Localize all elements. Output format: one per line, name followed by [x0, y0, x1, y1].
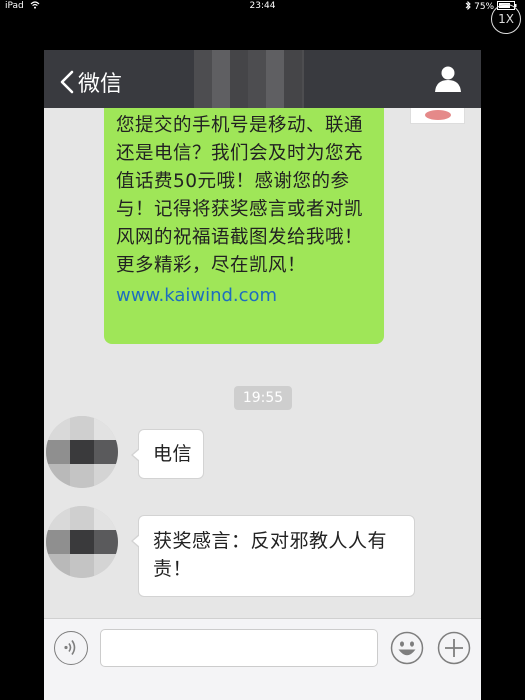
back-chevron-icon: [60, 70, 74, 94]
input-bar: [44, 618, 481, 700]
message-bubble-received[interactable]: 获奖感言：反对邪教人人有责！: [131, 515, 415, 597]
message-bubble-sent[interactable]: 您提交的手机号是移动、联通还是电信？我们会及时为您充值话费50元哦！感谢您的参与…: [104, 108, 384, 344]
status-bar: iPad 23:44 75%: [0, 0, 525, 14]
sender-avatar-partial: [410, 108, 465, 124]
timestamp: 19:55: [234, 386, 292, 410]
back-label: 微信: [78, 72, 123, 97]
bluetooth-icon: [465, 0, 471, 11]
navbar: 微信: [44, 50, 481, 108]
avatar[interactable]: [46, 416, 118, 488]
voice-button[interactable]: [54, 631, 88, 665]
message-text: 电信: [153, 443, 193, 465]
plus-icon[interactable]: [437, 631, 471, 665]
message-input[interactable]: [100, 629, 378, 667]
status-time: 23:44: [249, 1, 276, 11]
wechat-window: 微信 您提交的手机号是移动、联通还是电信？我们会及时为您充值话费50元哦！感谢您…: [44, 50, 481, 700]
message-link[interactable]: www.kaiwind.com: [116, 285, 372, 306]
back-button[interactable]: 微信: [56, 66, 122, 98]
message-bubble-received[interactable]: 电信: [131, 429, 204, 479]
zoom-button[interactable]: 1X: [491, 4, 521, 34]
user-icon[interactable]: [433, 63, 463, 93]
chat-area[interactable]: 您提交的手机号是移动、联通还是电信？我们会及时为您充值话费50元哦！感谢您的参与…: [44, 108, 481, 666]
chat-title-blurred: [194, 50, 304, 108]
battery-percent: 75%: [474, 2, 495, 12]
avatar[interactable]: [46, 506, 118, 578]
message-text: 获奖感言：反对邪教人人有责！: [153, 530, 388, 580]
emoji-icon[interactable]: [390, 631, 424, 665]
voice-icon: [64, 640, 76, 655]
message-text: 您提交的手机号是移动、联通还是电信？我们会及时为您充值话费50元哦！感谢您的参与…: [116, 115, 364, 276]
